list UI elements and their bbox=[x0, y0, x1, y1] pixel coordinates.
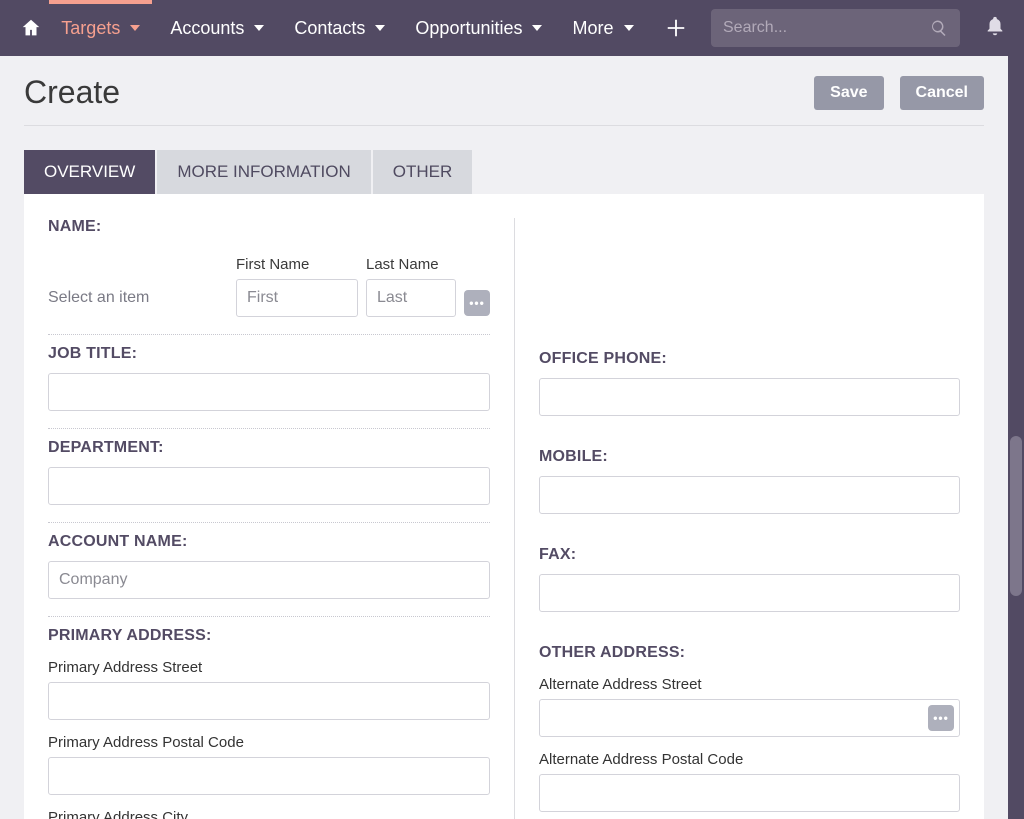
office-phone-group: OFFICE PHONE: bbox=[539, 350, 960, 416]
last-name-input[interactable] bbox=[366, 279, 456, 317]
nav-targets[interactable]: Targets bbox=[49, 0, 152, 56]
other-street-input[interactable] bbox=[539, 699, 960, 737]
mobile-label: MOBILE: bbox=[539, 448, 960, 466]
top-nav: Targets Accounts Contacts Opportunities … bbox=[0, 0, 1024, 56]
other-postal-input[interactable] bbox=[539, 774, 960, 812]
search-icon bbox=[930, 19, 948, 37]
page-title: Create bbox=[24, 74, 120, 111]
other-street-label: Alternate Address Street bbox=[539, 676, 960, 693]
department-group: DEPARTMENT: bbox=[48, 439, 490, 505]
job-title-input[interactable] bbox=[48, 373, 490, 411]
home-button[interactable] bbox=[18, 10, 43, 46]
tab-overview[interactable]: OVERVIEW bbox=[24, 150, 157, 194]
tab-more-information[interactable]: MORE INFORMATION bbox=[157, 150, 372, 194]
other-address-label: OTHER ADDRESS: bbox=[539, 644, 960, 662]
job-title-group: JOB TITLE: bbox=[48, 345, 490, 411]
quick-create-button[interactable] bbox=[662, 7, 692, 49]
name-more-chip[interactable]: ••• bbox=[464, 290, 490, 316]
nav-accounts[interactable]: Accounts bbox=[158, 0, 276, 56]
nav-targets-label: Targets bbox=[61, 18, 120, 39]
overview-panel: NAME: Select an item First Name Last Nam… bbox=[24, 194, 984, 819]
tabs: OVERVIEW MORE INFORMATION OTHER bbox=[24, 150, 984, 194]
ellipsis-icon: ••• bbox=[469, 297, 485, 309]
nav-more-label: More bbox=[572, 18, 613, 39]
right-column: OFFICE PHONE: MOBILE: FAX: bbox=[514, 218, 960, 819]
home-icon bbox=[20, 17, 42, 39]
scrollbar-thumb[interactable] bbox=[1010, 436, 1022, 596]
global-search[interactable] bbox=[711, 9, 960, 47]
save-button[interactable]: Save bbox=[814, 76, 883, 110]
account-name-group: ACCOUNT NAME: bbox=[48, 533, 490, 599]
primary-street-input[interactable] bbox=[48, 682, 490, 720]
other-address-group: OTHER ADDRESS: Alternate Address Street … bbox=[539, 644, 960, 819]
nav-opportunities-label: Opportunities bbox=[415, 18, 522, 39]
search-input[interactable] bbox=[723, 19, 930, 37]
primary-postal-input[interactable] bbox=[48, 757, 490, 795]
nav-accounts-label: Accounts bbox=[170, 18, 244, 39]
nav-contacts-label: Contacts bbox=[294, 18, 365, 39]
department-label: DEPARTMENT: bbox=[48, 439, 490, 457]
separator bbox=[48, 329, 490, 335]
chevron-down-icon bbox=[130, 25, 140, 31]
primary-postal-label: Primary Address Postal Code bbox=[48, 734, 490, 751]
job-title-label: JOB TITLE: bbox=[48, 345, 490, 363]
chevron-down-icon bbox=[532, 25, 542, 31]
fax-label: FAX: bbox=[539, 546, 960, 564]
mobile-input[interactable] bbox=[539, 476, 960, 514]
header-actions: Save Cancel bbox=[814, 76, 984, 110]
account-name-label: ACCOUNT NAME: bbox=[48, 533, 490, 551]
chevron-down-icon bbox=[254, 25, 264, 31]
other-postal-label: Alternate Address Postal Code bbox=[539, 751, 960, 768]
primary-address-group: PRIMARY ADDRESS: Primary Address Street … bbox=[48, 627, 490, 819]
separator bbox=[48, 611, 490, 617]
tab-other[interactable]: OTHER bbox=[373, 150, 473, 194]
nav-contacts[interactable]: Contacts bbox=[282, 0, 397, 56]
name-label: NAME: bbox=[48, 218, 490, 236]
other-street-more-chip[interactable]: ••• bbox=[928, 705, 954, 731]
primary-city-label: Primary Address City bbox=[48, 809, 490, 819]
right-scroll-strip bbox=[1008, 56, 1024, 819]
separator bbox=[48, 423, 490, 429]
page-header: Create Save Cancel bbox=[24, 74, 984, 126]
chevron-down-icon bbox=[624, 25, 634, 31]
mobile-group: MOBILE: bbox=[539, 448, 960, 514]
bell-icon bbox=[984, 15, 1006, 37]
first-name-label: First Name bbox=[236, 256, 358, 273]
name-group: NAME: Select an item First Name Last Nam… bbox=[48, 218, 490, 317]
first-name-input[interactable] bbox=[236, 279, 358, 317]
chevron-down-icon bbox=[375, 25, 385, 31]
last-name-label: Last Name bbox=[366, 256, 456, 273]
nav-active-underline bbox=[49, 0, 152, 4]
salutation-select[interactable]: Select an item bbox=[48, 279, 228, 317]
primary-address-label: PRIMARY ADDRESS: bbox=[48, 627, 490, 645]
primary-street-label: Primary Address Street bbox=[48, 659, 490, 676]
department-input[interactable] bbox=[48, 467, 490, 505]
office-phone-input[interactable] bbox=[539, 378, 960, 416]
plus-icon bbox=[665, 17, 687, 39]
fax-input[interactable] bbox=[539, 574, 960, 612]
notifications-button[interactable] bbox=[984, 15, 1006, 42]
canvas: Create Save Cancel OVERVIEW MORE INFORMA… bbox=[0, 56, 1008, 819]
account-name-input[interactable] bbox=[48, 561, 490, 599]
nav-opportunities[interactable]: Opportunities bbox=[403, 0, 554, 56]
separator bbox=[48, 517, 490, 523]
left-column: NAME: Select an item First Name Last Nam… bbox=[48, 218, 514, 819]
cancel-button[interactable]: Cancel bbox=[900, 76, 984, 110]
nav-more[interactable]: More bbox=[560, 0, 645, 56]
ellipsis-icon: ••• bbox=[933, 712, 949, 724]
fax-group: FAX: bbox=[539, 546, 960, 612]
office-phone-label: OFFICE PHONE: bbox=[539, 350, 960, 368]
